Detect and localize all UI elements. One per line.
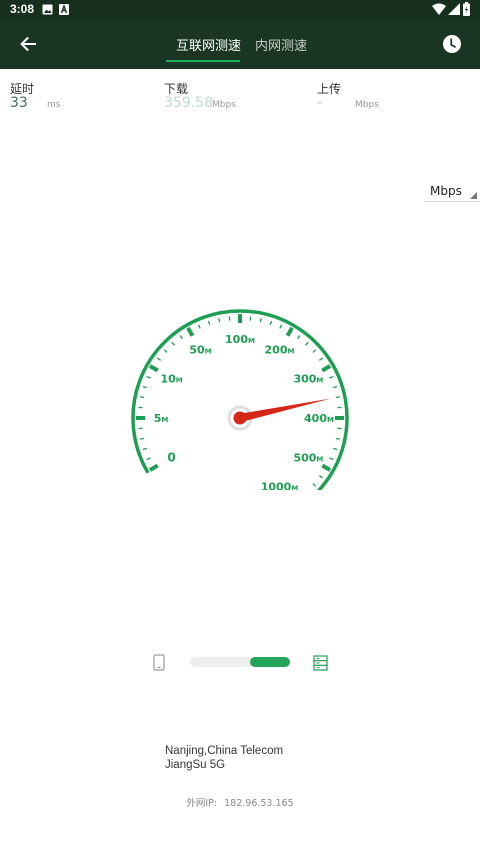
smartphone-icon — [153, 654, 165, 671]
tab-selected-indicator — [166, 60, 240, 62]
gauge-minor-tick — [157, 357, 162, 361]
gauge-minor-tick — [312, 349, 317, 353]
back-button[interactable] — [14, 31, 42, 57]
gauge-minor-tick — [333, 447, 338, 451]
gauge-scale-label: 1000M — [261, 480, 299, 490]
gauge-scale-label: 300M — [293, 373, 323, 386]
gauge-major-tick — [285, 326, 294, 337]
gauge-minor-tick — [197, 324, 201, 329]
gauge-major-tick — [321, 463, 332, 472]
notification-a-icon — [59, 4, 69, 15]
gauge-scale-label: 100M — [225, 333, 255, 346]
cellular-signal-icon — [448, 3, 460, 15]
gauge-minor-tick — [142, 447, 147, 451]
gauge-minor-tick — [259, 318, 262, 323]
upload-value: - — [317, 95, 323, 111]
download-metric: 下载 359.58 Mbps — [164, 80, 236, 111]
clock-icon — [443, 35, 461, 53]
status-time: 3:08 — [10, 2, 35, 16]
gauge-scale-label: 5M — [154, 412, 169, 425]
gauge-minor-tick — [171, 341, 175, 346]
unit-dropdown-value: Mbps — [430, 184, 462, 198]
test-progress-bar — [190, 657, 290, 667]
gauge-scale-label: 50M — [189, 344, 211, 357]
server-name-line1: Nanjing,China Telecom — [165, 745, 284, 757]
gauge-minor-tick — [329, 457, 334, 461]
external-ip-value: 182.96.53.165 — [224, 798, 294, 809]
gauge-minor-tick — [318, 475, 323, 479]
gauge-scale-label: 400M — [304, 412, 334, 425]
gauge-minor-tick — [140, 437, 145, 440]
unit-dropdown[interactable]: Mbps — [424, 183, 480, 202]
latency-unit: ms — [47, 100, 61, 110]
gauge-hub — [233, 411, 247, 425]
gauge-minor-tick — [312, 483, 317, 487]
gauge-minor-tick — [163, 349, 168, 353]
gauge-scale-label: 0 — [167, 451, 175, 465]
server-name: Nanjing,China Telecom JiangSu 5G — [165, 744, 283, 772]
gauge-minor-tick — [333, 385, 338, 389]
gauge-minor-tick — [142, 385, 147, 389]
gauge-scale-label: 200M — [265, 344, 295, 357]
gauge-minor-tick — [146, 375, 151, 379]
latency-metric: 延时 33 ms — [10, 80, 60, 111]
status-bar: 3:08 — [0, 0, 480, 19]
gauge-minor-tick — [329, 375, 334, 379]
gauge-major-tick — [148, 364, 159, 373]
gauge-minor-tick — [218, 318, 221, 323]
gauge-minor-tick — [305, 341, 309, 346]
server-icon — [313, 655, 328, 671]
gauge-minor-tick — [335, 437, 340, 440]
history-button[interactable] — [441, 33, 463, 55]
gauge-major-tick — [148, 463, 159, 472]
speed-gauge: 05M10M50M100M200M300M400M500M1000M10G — [131, 309, 349, 490]
gauge-minor-tick — [335, 396, 340, 399]
battery-icon — [463, 2, 470, 16]
external-ip-label: 外网IP: — [186, 798, 218, 809]
dropdown-caret-icon — [470, 192, 477, 199]
tab-internet-speed-test[interactable]: 互联网测速 — [176, 35, 241, 54]
gauge-scale-label: 500M — [293, 452, 323, 465]
wifi-icon — [432, 3, 446, 15]
tab-intranet-speed-test[interactable]: 内网测速 — [255, 35, 307, 54]
latency-value: 33 — [10, 95, 28, 111]
upload-metric: 上传 - Mbps — [317, 80, 379, 111]
gauge-minor-tick — [269, 320, 273, 325]
gauge-minor-tick — [318, 357, 323, 361]
download-unit: Mbps — [212, 100, 236, 110]
gauge-major-tick — [321, 364, 332, 373]
gauge-minor-tick — [207, 320, 211, 325]
gauge-minor-tick — [140, 396, 145, 399]
upload-unit: Mbps — [355, 100, 379, 110]
gauge-scale-label: 10M — [160, 373, 182, 386]
gauge-minor-tick — [297, 335, 301, 340]
app-bar: 互联网测速 内网测速 — [0, 19, 480, 69]
arrow-left-icon — [20, 36, 36, 52]
external-ip: 外网IP: 182.96.53.165 — [0, 795, 480, 809]
gauge-minor-tick — [279, 324, 283, 329]
gauge-minor-tick — [179, 335, 183, 340]
gauge-major-tick — [186, 326, 195, 337]
download-value: 359.58 — [164, 95, 213, 111]
image-icon — [42, 4, 53, 15]
server-name-line2: JiangSu 5G — [165, 759, 226, 771]
test-progress-fill — [250, 657, 290, 667]
gauge-minor-tick — [146, 457, 151, 461]
